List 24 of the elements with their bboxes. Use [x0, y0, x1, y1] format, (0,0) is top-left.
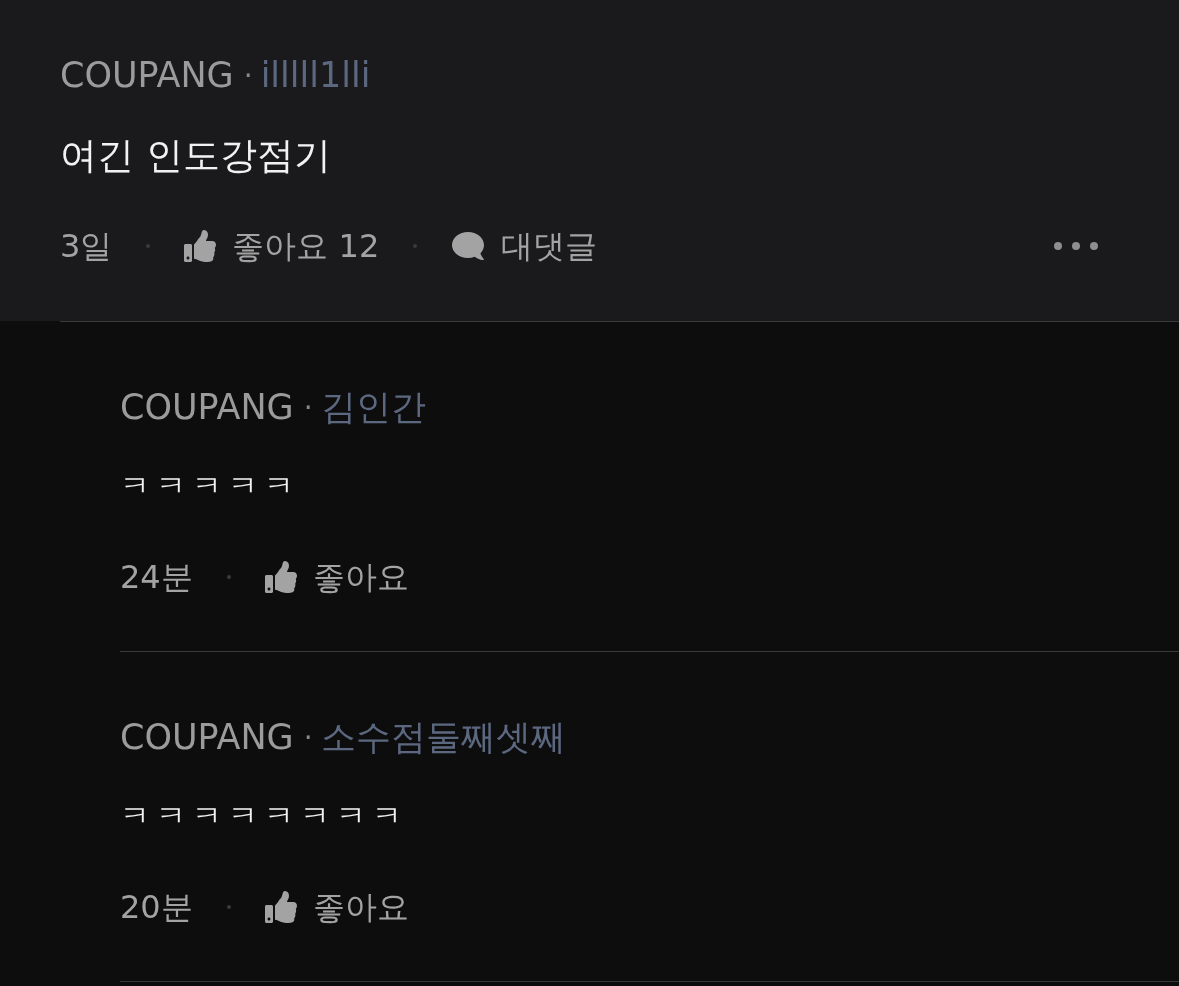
more-icon: [1053, 241, 1099, 251]
thumbs-up-icon: [184, 230, 217, 262]
author-name[interactable]: 김인간: [320, 390, 426, 425]
time-label: 24분: [120, 561, 193, 593]
comment-text: 여긴 인도강점기: [60, 137, 332, 174]
thumbs-up-icon: [264, 561, 297, 593]
more-button[interactable]: [1053, 241, 1099, 251]
speech-bubble-icon: [451, 230, 486, 262]
separator: ·: [303, 393, 313, 422]
separator: ·: [243, 61, 253, 90]
company-name: COUPANG: [120, 390, 294, 425]
reply-text: ㅋㅋㅋㅋㅋㅋㅋㅋ: [120, 801, 409, 831]
company-name: COUPANG: [60, 58, 234, 93]
company-name: COUPANG: [120, 720, 294, 755]
like-button[interactable]: 좋아요: [264, 561, 409, 593]
separator: ·: [303, 723, 313, 752]
like-button[interactable]: 좋아요: [264, 891, 409, 923]
like-button[interactable]: 좋아요 12: [184, 230, 380, 262]
time-label: 3일: [60, 230, 113, 262]
time-label: 20분: [120, 891, 193, 923]
reply-text: ㅋㅋㅋㅋㅋ: [120, 471, 301, 501]
reply-button[interactable]: 대댓글: [451, 230, 598, 262]
author-name[interactable]: 소수점둘째셋째: [320, 720, 566, 755]
thumbs-up-icon: [264, 891, 297, 923]
